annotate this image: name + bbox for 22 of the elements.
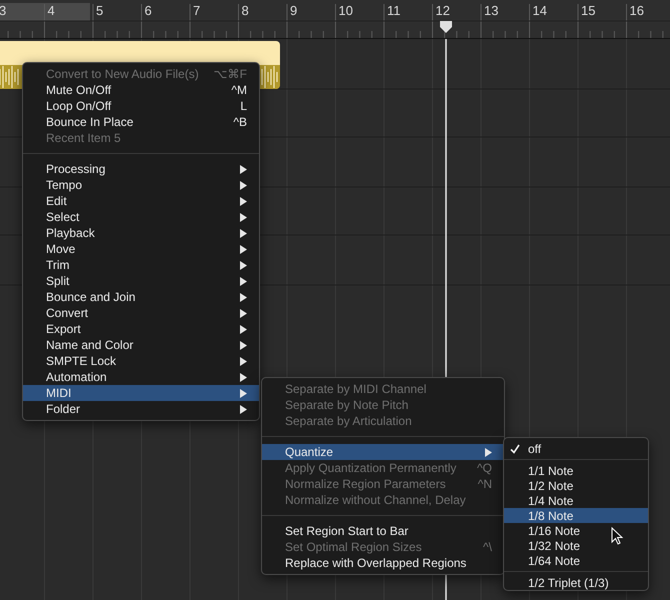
bar-number: 9 bbox=[290, 3, 298, 18]
bar-number: 8 bbox=[242, 3, 249, 18]
menu-item: Normalize without Channel, Delay bbox=[284, 492, 467, 508]
bar-number: 16 bbox=[630, 3, 644, 18]
bar-number: 4 bbox=[48, 3, 55, 18]
bar-number: 6 bbox=[144, 3, 152, 18]
bar-number: 15 bbox=[581, 3, 596, 18]
bar-number: 11 bbox=[387, 3, 400, 18]
menu-item: Apply Quantization Permanently ^Q bbox=[284, 460, 493, 476]
menu-item: Recent Item 5 bbox=[45, 130, 122, 146]
menu-item: Separate by Note Pitch bbox=[284, 397, 410, 413]
bar-number: 14 bbox=[532, 3, 547, 18]
menu-item: Set Optimal Region Sizes ^\ bbox=[284, 539, 493, 555]
bar-number: 10 bbox=[338, 3, 353, 18]
menu-item: Convert to New Audio File(s) ⌥⌘F bbox=[45, 66, 248, 82]
menu-item: Normalize Region Parameters ^N bbox=[284, 476, 493, 492]
bar-number: 12 bbox=[436, 3, 450, 18]
bar-number: 13 bbox=[484, 3, 498, 18]
menu-item: Separate by MIDI Channel bbox=[284, 381, 428, 397]
bar-number: 7 bbox=[193, 3, 200, 18]
bar-number: 5 bbox=[96, 3, 104, 18]
menu-item: Separate by Articulation bbox=[284, 413, 413, 429]
